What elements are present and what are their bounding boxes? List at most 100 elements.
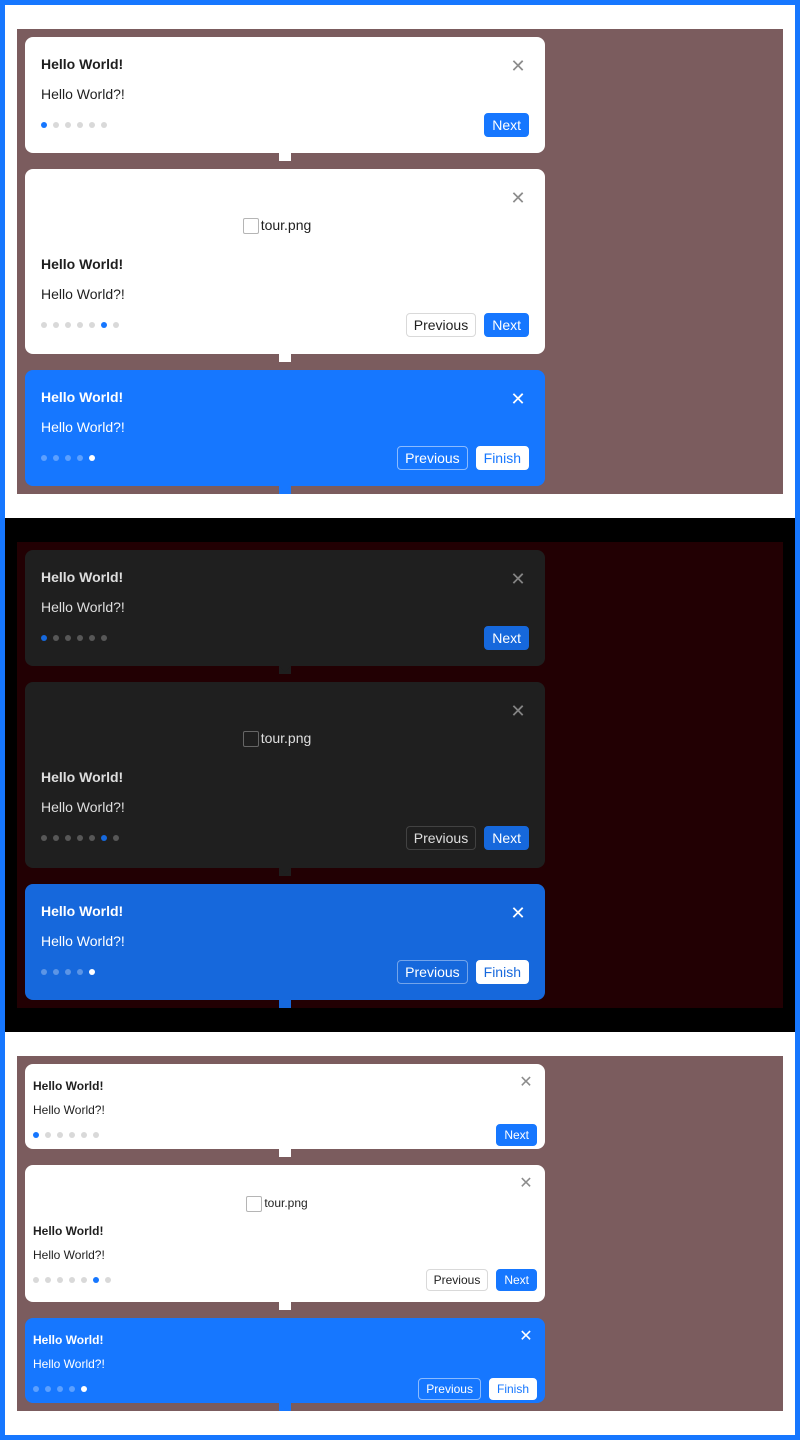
step-dot [53, 635, 59, 641]
tour-title: Hello World! [41, 903, 124, 919]
step-dot [65, 322, 71, 328]
step-dot [77, 455, 83, 461]
previous-button[interactable]: Previous [425, 1269, 489, 1291]
step-dot [81, 1277, 87, 1283]
step-dot [101, 322, 107, 328]
dark-theme-section: Hello World! ✕ Hello World?! Next ✕ tour… [5, 518, 795, 1032]
tour-arrow [279, 354, 291, 362]
tour-panel-first: Hello World! ✕ Hello World?! Next [25, 1064, 545, 1157]
next-button[interactable]: Next [484, 113, 529, 137]
step-dot [45, 1277, 51, 1283]
tour-panel-middle: ✕ tour.png Hello World! Hello World?! Pr… [25, 682, 545, 876]
close-icon[interactable]: ✕ [507, 902, 529, 924]
step-indicator [41, 835, 119, 841]
step-dot [81, 1132, 87, 1138]
tour-panel-middle: ✕ tour.png Hello World! Hello World?! Pr… [25, 1165, 545, 1310]
step-dot [89, 122, 95, 128]
step-dot [41, 122, 47, 128]
previous-button[interactable]: Previous [405, 826, 477, 850]
tour-panel-first: Hello World! ✕ Hello World?! Next [25, 550, 545, 674]
tour-title: Hello World! [41, 389, 124, 405]
step-indicator [33, 1277, 111, 1283]
step-dot [69, 1277, 75, 1283]
step-dot [77, 835, 83, 841]
close-icon[interactable]: ✕ [507, 388, 529, 410]
step-dot [105, 1277, 111, 1283]
step-indicator [33, 1132, 99, 1138]
step-dot [33, 1277, 39, 1283]
tour-footer: Previous Finish [33, 1378, 537, 1400]
next-button[interactable]: Next [496, 1269, 537, 1291]
finish-button[interactable]: Finish [475, 960, 529, 984]
step-dot [101, 635, 107, 641]
tour-footer: Next [33, 1124, 537, 1146]
step-indicator [33, 1386, 87, 1392]
tour-description: Hello World?! [41, 419, 125, 435]
step-dot [89, 969, 95, 975]
next-button[interactable]: Next [484, 313, 529, 337]
tour-title: Hello World! [41, 769, 124, 785]
step-dot [77, 322, 83, 328]
previous-button[interactable]: Previous [397, 446, 468, 470]
tour-stage: Hello World! ✕ Hello World?! Next ✕ tour… [17, 29, 783, 494]
tour-description: Hello World?! [33, 1103, 105, 1117]
finish-button[interactable]: Finish [475, 446, 529, 470]
tour-footer: Previous Next [41, 313, 529, 337]
tour-cover-image: tour.png [41, 718, 529, 758]
tour-footer: Previous Finish [41, 960, 529, 984]
step-dot [77, 969, 83, 975]
tour-arrow [279, 868, 291, 876]
step-dot [81, 1386, 87, 1392]
step-dot [57, 1277, 63, 1283]
next-button[interactable]: Next [484, 826, 529, 850]
finish-button[interactable]: Finish [488, 1378, 537, 1400]
step-dot [41, 322, 47, 328]
broken-image-icon: tour.png [242, 205, 311, 245]
close-icon[interactable]: ✕ [515, 1326, 537, 1348]
step-dot [57, 1386, 63, 1392]
next-button[interactable]: Next [496, 1124, 537, 1146]
tour-title: Hello World! [33, 1224, 104, 1238]
tour-arrow [279, 486, 291, 494]
step-dot [101, 835, 107, 841]
next-button[interactable]: Next [484, 626, 529, 650]
step-dot [41, 455, 47, 461]
step-dot [53, 455, 59, 461]
step-dot [69, 1132, 75, 1138]
step-dot [69, 1386, 75, 1392]
previous-button[interactable]: Previous [397, 960, 468, 984]
step-indicator [41, 635, 107, 641]
tour-arrow [279, 153, 291, 161]
step-dot [89, 322, 95, 328]
tour-arrow [279, 1403, 291, 1411]
tour-title: Hello World! [41, 569, 124, 585]
step-dot [89, 635, 95, 641]
step-dot [113, 322, 119, 328]
close-icon[interactable]: ✕ [507, 568, 529, 590]
tour-footer: Previous Finish [41, 446, 529, 470]
step-dot [45, 1386, 51, 1392]
compact-theme-section: Hello World! ✕ Hello World?! Next ✕ tour… [5, 1032, 795, 1435]
tour-stage: Hello World! ✕ Hello World?! Next ✕ tour… [17, 1056, 783, 1411]
close-icon[interactable]: ✕ [507, 700, 529, 722]
tour-footer: Previous Next [33, 1269, 537, 1291]
step-dot [93, 1277, 99, 1283]
previous-button[interactable]: Previous [418, 1378, 481, 1400]
close-icon[interactable]: ✕ [515, 1072, 537, 1094]
tour-description: Hello World?! [33, 1248, 105, 1262]
step-indicator [41, 322, 119, 328]
step-dot [41, 835, 47, 841]
close-icon[interactable]: ✕ [507, 187, 529, 209]
close-icon[interactable]: ✕ [507, 55, 529, 77]
step-indicator [41, 455, 95, 461]
tour-description: Hello World?! [33, 1357, 105, 1371]
tour-panel-last: Hello World! ✕ Hello World?! Previous Fi… [25, 1318, 545, 1411]
close-icon[interactable]: ✕ [515, 1173, 537, 1195]
step-dot [53, 322, 59, 328]
step-dot [101, 122, 107, 128]
tour-title: Hello World! [33, 1333, 104, 1347]
tour-footer: Next [41, 626, 529, 650]
step-dot [57, 1132, 63, 1138]
previous-button[interactable]: Previous [405, 313, 477, 337]
tour-arrow [279, 1000, 291, 1008]
